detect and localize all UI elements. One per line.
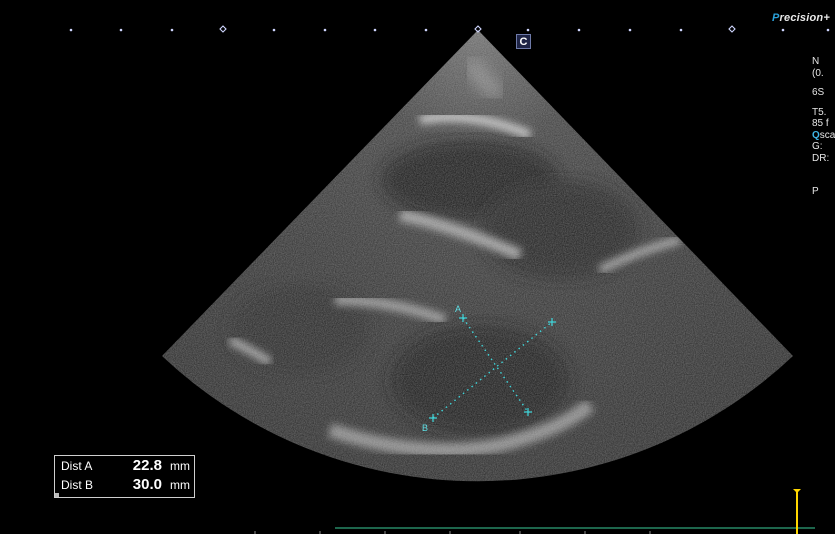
param-line: P bbox=[812, 186, 819, 197]
top-scale-markers bbox=[69, 25, 830, 33]
measurement-value: 22.8 bbox=[132, 457, 162, 474]
playback-cursor-icon[interactable] bbox=[793, 489, 801, 534]
param-line: DR: bbox=[812, 152, 830, 164]
scan-sector bbox=[162, 30, 793, 482]
param-line: Qsca bbox=[812, 129, 835, 141]
param-line: T5. bbox=[812, 106, 827, 118]
measurement-value: 30.0 bbox=[132, 476, 162, 493]
measurement-results-box[interactable]: Dist A 22.8 mm Dist B 30.0 mm bbox=[54, 455, 195, 498]
measurement-label: Dist B bbox=[61, 478, 94, 492]
brand-logo: Precision+ bbox=[772, 12, 830, 24]
measurement-unit: mm bbox=[170, 459, 190, 473]
caliper-a-label: A bbox=[455, 304, 462, 314]
param-line: 6S bbox=[812, 87, 825, 98]
param-line: G: bbox=[812, 141, 823, 152]
caliper-b-label: B bbox=[422, 423, 429, 433]
measurement-label: Dist A bbox=[61, 459, 93, 473]
image-canvas bbox=[69, 25, 830, 534]
measurement-row-dist-b: Dist B 30.0 mm bbox=[61, 476, 190, 494]
ultrasound-display: A B Precision+ C N (0. 6S T5. 85 f Qsca … bbox=[0, 0, 835, 534]
measurement-unit: mm bbox=[170, 478, 190, 492]
resize-handle[interactable] bbox=[55, 493, 59, 497]
param-line: 85 f bbox=[812, 118, 829, 129]
sector-center-marker: C bbox=[516, 34, 531, 49]
scan-parameters: N (0. 6S T5. 85 f Qsca G: DR: P bbox=[812, 56, 835, 198]
param-line: (0. bbox=[812, 67, 824, 79]
measurement-row-dist-a: Dist A 22.8 mm bbox=[61, 457, 190, 475]
param-line: N bbox=[812, 56, 820, 67]
